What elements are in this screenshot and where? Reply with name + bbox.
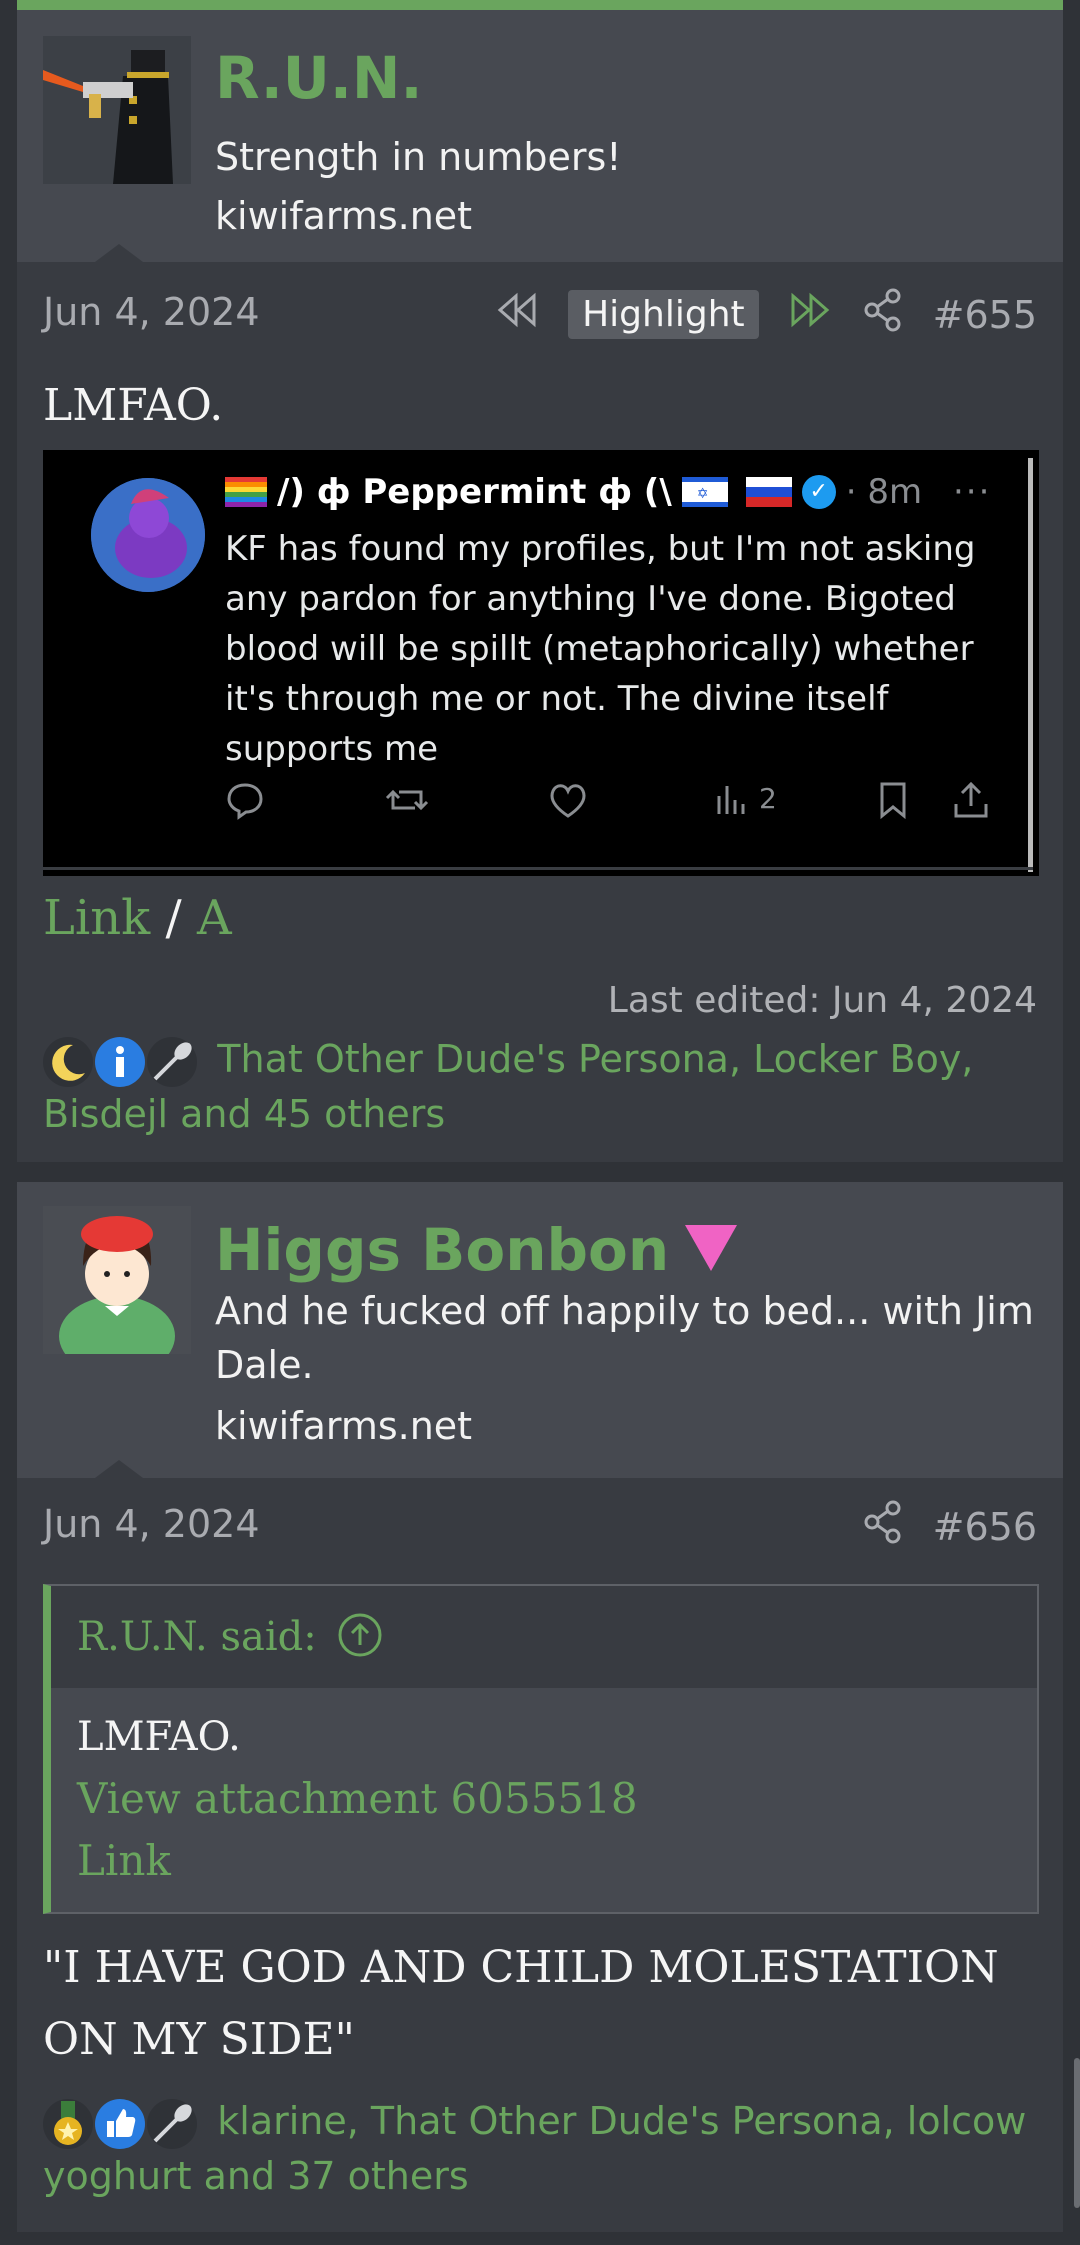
embed-text: KF has found my profiles, but I'm not as…	[225, 529, 976, 769]
spoon-reaction-icon	[147, 1036, 198, 1087]
username[interactable]: R.U.N.	[215, 44, 422, 112]
user-site: kiwifarms.net	[215, 194, 473, 238]
header-pointer	[95, 1460, 143, 1478]
embed-scrollbar	[1028, 458, 1033, 872]
post-656: Higgs Bonbon And he fucked off happily t…	[17, 1182, 1063, 2232]
header-pointer	[95, 244, 143, 262]
verified-badge-icon: ✓	[801, 475, 836, 509]
reactions-bar[interactable]: klarine, That Other Dude's Persona, lolc…	[43, 2094, 1043, 2203]
post-date[interactable]: Jun 4, 2024	[43, 1502, 260, 1546]
fast-forward-icon[interactable]	[789, 290, 833, 339]
user-site: kiwifarms.net	[215, 1404, 473, 1448]
israel-flag-icon: ✡	[681, 477, 728, 507]
embed-time: · 8m	[845, 472, 923, 512]
user-avatar[interactable]	[43, 36, 191, 184]
bookmark-icon	[875, 780, 911, 824]
highlight-button[interactable]: Highlight	[568, 290, 759, 339]
more-options-icon: ···	[953, 472, 992, 512]
views-icon	[713, 782, 749, 822]
post-actions: #656	[863, 1500, 1037, 1553]
embed-avatar	[91, 478, 205, 592]
retweet-icon	[385, 780, 429, 824]
embed-display-name: /) ф Peppermint ф (\	[277, 472, 672, 512]
reactions-bar[interactable]: That Other Dude's Persona, Locker Boy, B…	[43, 1032, 1043, 1141]
post-body: LMFAO.	[43, 380, 224, 431]
post-number[interactable]: #656	[933, 1505, 1037, 1549]
info-reaction-icon	[95, 1036, 146, 1087]
page-scrollbar[interactable]	[1074, 2058, 1080, 2208]
upload-icon	[951, 780, 991, 824]
username-row: Higgs Bonbon	[215, 1216, 739, 1284]
moon-reaction-icon	[43, 1036, 93, 1087]
avatar-image	[43, 36, 191, 184]
avatar-image	[43, 1206, 191, 1354]
user-title: Strength in numbers!	[215, 135, 622, 179]
post-actions: Highlight #655	[494, 288, 1037, 341]
links-row: Link / A	[43, 890, 232, 946]
view-count: 2	[759, 782, 777, 815]
pride-flag-icon	[225, 477, 267, 507]
last-edited: Last edited: Jun 4, 2024	[607, 980, 1037, 1021]
embed-divider	[43, 867, 1033, 870]
jump-up-icon[interactable]	[337, 1612, 383, 1662]
share-icon[interactable]	[863, 288, 903, 341]
link-separator: /	[165, 890, 182, 946]
spoon-reaction-icon	[147, 2098, 198, 2149]
archive-link[interactable]: A	[197, 890, 232, 946]
user-header: R.U.N. Strength in numbers! kiwifarms.ne…	[17, 10, 1063, 262]
like-icon	[547, 780, 589, 824]
russia-flag-icon	[745, 477, 792, 507]
username[interactable]: Higgs Bonbon	[215, 1216, 669, 1284]
post-number[interactable]: #655	[933, 293, 1037, 337]
medal-reaction-icon	[43, 2098, 93, 2149]
quote-block: R.U.N. said: LMFAO. View attachment 6055…	[43, 1584, 1039, 1914]
rewind-icon[interactable]	[494, 290, 538, 339]
quote-author[interactable]: R.U.N. said:	[77, 1614, 317, 1660]
pink-triangle-icon	[683, 1223, 739, 1277]
embedded-screenshot[interactable]: /) ф Peppermint ф (\ ✡ ✓ · 8m ··· KF has…	[43, 450, 1039, 876]
post-date[interactable]: Jun 4, 2024	[43, 290, 260, 334]
reply-icon	[225, 780, 265, 824]
user-title: And he fucked off happily to bed... with…	[215, 1289, 1034, 1387]
quote-link[interactable]: Link	[77, 1836, 171, 1885]
thumbs-up-reaction-icon	[95, 2098, 146, 2149]
post-body: "I HAVE GOD AND CHILD MOLESTATION ON MY …	[43, 1942, 999, 2065]
quote-attachment-link[interactable]: View attachment 6055518	[77, 1774, 638, 1823]
user-avatar[interactable]	[43, 1206, 191, 1354]
post-655: R.U.N. Strength in numbers! kiwifarms.ne…	[17, 10, 1063, 1162]
share-icon[interactable]	[863, 1500, 903, 1553]
user-header: Higgs Bonbon And he fucked off happily t…	[17, 1182, 1063, 1478]
quote-header: R.U.N. said:	[51, 1586, 1037, 1688]
quote-line-1: LMFAO.	[77, 1714, 241, 1760]
source-link[interactable]: Link	[43, 890, 150, 946]
